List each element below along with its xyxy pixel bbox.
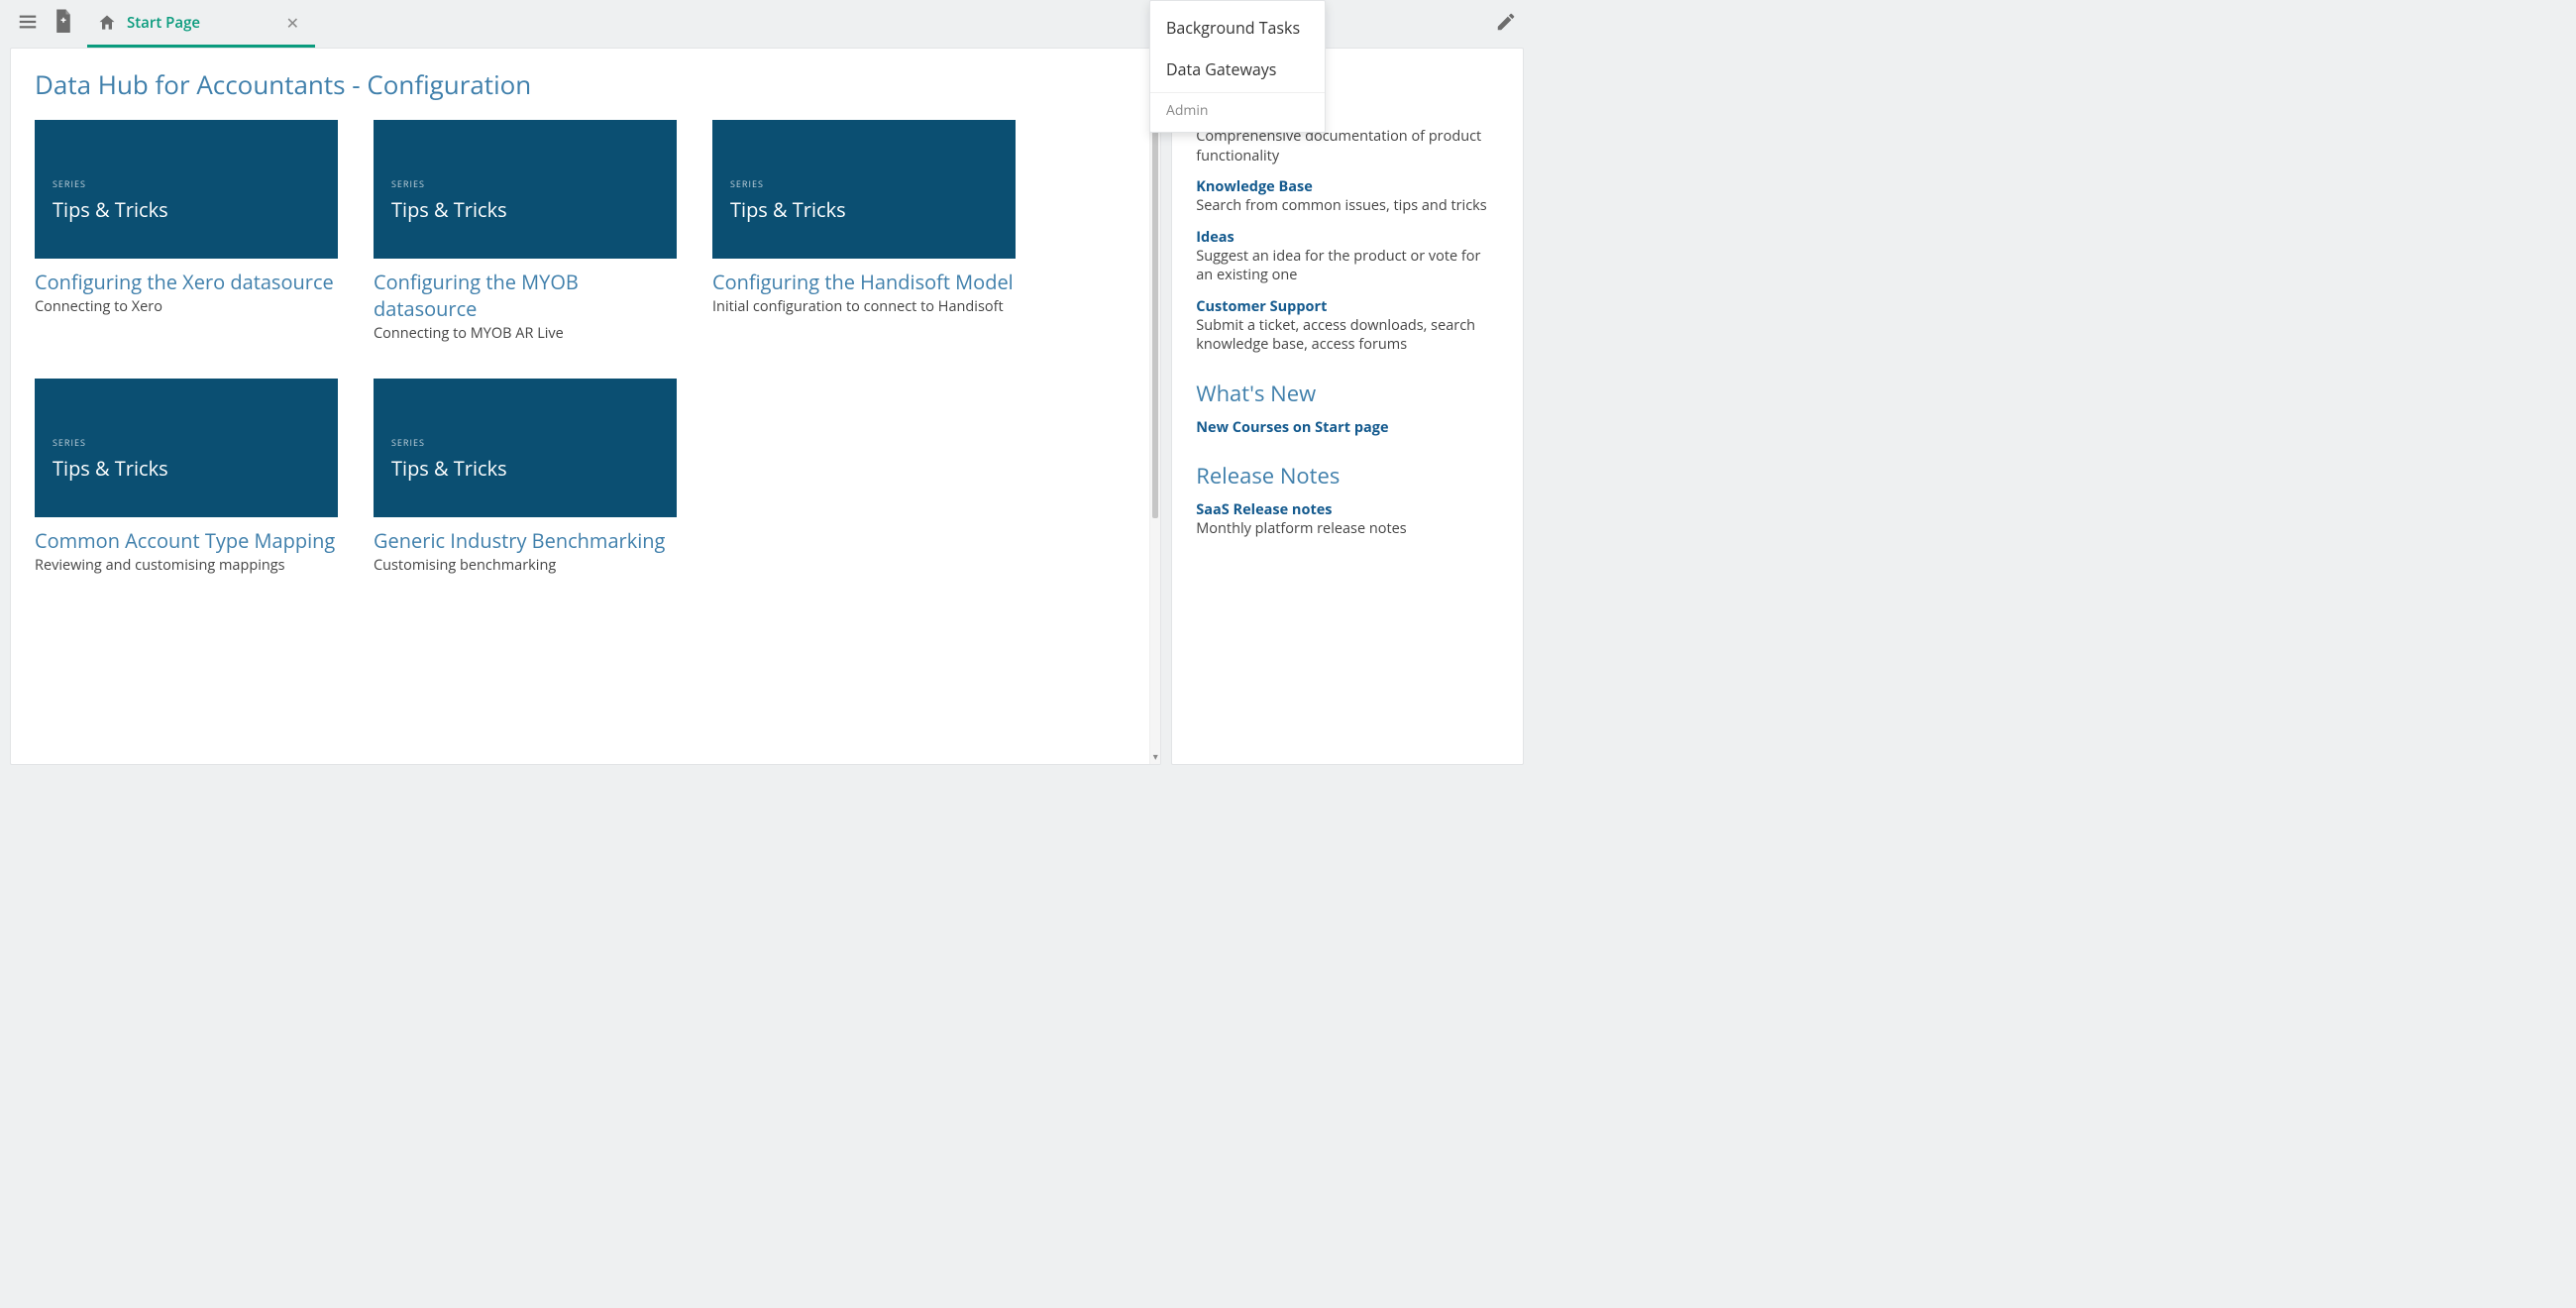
sidebar-link-title: New Courses on Start page [1196,418,1499,437]
thumb-banner: Tips & Tricks [391,455,659,482]
menu-item-data-gateways[interactable]: Data Gateways [1150,49,1325,90]
course-card-thumb: SERIES Tips & Tricks [374,379,677,517]
course-card[interactable]: SERIES Tips & Tricks Configuring the Han… [712,120,1016,343]
course-card-subtitle: Connecting to MYOB AR Live [374,324,677,343]
thumb-banner: Tips & Tricks [391,196,659,223]
course-card-title: Generic Industry Benchmarking [374,527,677,554]
vertical-scrollbar[interactable]: ▾ [1149,49,1160,764]
sidebar-link-title: Knowledge Base [1196,177,1499,196]
course-card-thumb: SERIES Tips & Tricks [712,120,1016,259]
sidebar-link-desc: Search from common issues, tips and tric… [1196,196,1499,216]
course-card[interactable]: SERIES Tips & Tricks Generic Industry Be… [374,379,677,575]
thumb-series-label: SERIES [53,177,320,190]
content-area: Data Hub for Accountants - Configuration… [0,48,1534,777]
sidebar-link-title: Ideas [1196,228,1499,247]
dropdown-menu: Background Tasks Data Gateways Admin [1149,0,1326,133]
tab-start-page[interactable]: Start Page ✕ [87,0,315,48]
hamburger-menu-button[interactable] [10,6,46,42]
sidebar-pane: Useful Links Help Comprehensive document… [1171,48,1524,765]
thumb-banner: Tips & Tricks [53,455,320,482]
thumb-banner: Tips & Tricks [53,196,320,223]
thumb-series-label: SERIES [730,177,998,190]
tab-close-button[interactable]: ✕ [282,11,303,35]
menu-item-background-tasks[interactable]: Background Tasks [1150,7,1325,49]
main-pane: Data Hub for Accountants - Configuration… [10,48,1161,765]
section-heading-whats-new: What's New [1196,379,1499,408]
course-card-subtitle: Reviewing and customising mappings [35,556,338,575]
pencil-icon [1495,11,1517,38]
thumb-series-label: SERIES [53,436,320,449]
course-card-title: Configuring the MYOB datasource [374,269,677,322]
sidebar-link-knowledge-base[interactable]: Knowledge Base Search from common issues… [1196,177,1499,216]
thumb-series-label: SERIES [391,436,659,449]
sidebar-link-saas-release-notes[interactable]: SaaS Release notes Monthly platform rele… [1196,500,1499,539]
sidebar-link-desc: Monthly platform release notes [1196,519,1499,539]
course-card-thumb: SERIES Tips & Tricks [35,379,338,517]
course-card-thumb: SERIES Tips & Tricks [374,120,677,259]
course-card-grid: SERIES Tips & Tricks Configuring the Xer… [35,120,1126,575]
menu-footer-label: Admin [1150,95,1325,126]
sidebar-link-new-courses[interactable]: New Courses on Start page [1196,418,1499,437]
tab-strip: Start Page ✕ [87,0,315,48]
course-card[interactable]: SERIES Tips & Tricks Common Account Type… [35,379,338,575]
new-document-icon [54,9,73,40]
menu-separator [1150,92,1325,93]
sidebar-link-desc: Suggest an idea for the product or vote … [1196,247,1499,285]
course-card-title: Common Account Type Mapping [35,527,338,554]
course-card-thumb: SERIES Tips & Tricks [35,120,338,259]
course-card-subtitle: Initial configuration to connect to Hand… [712,297,1016,316]
topbar-right [1488,0,1524,48]
menu-icon [17,11,39,38]
section-heading-release-notes: Release Notes [1196,461,1499,490]
course-card[interactable]: SERIES Tips & Tricks Configuring the Xer… [35,120,338,343]
scroll-down-arrow-icon[interactable]: ▾ [1150,748,1160,764]
course-card-title: Configuring the Xero datasource [35,269,338,295]
sidebar-link-title: Customer Support [1196,297,1499,316]
close-icon: ✕ [286,12,299,34]
course-card[interactable]: SERIES Tips & Tricks Configuring the MYO… [374,120,677,343]
thumb-banner: Tips & Tricks [730,196,998,223]
home-icon [97,13,117,33]
page-title: Data Hub for Accountants - Configuration [35,66,1126,102]
tab-label: Start Page [127,13,200,33]
edit-button[interactable] [1488,6,1524,42]
sidebar-link-customer-support[interactable]: Customer Support Submit a ticket, access… [1196,297,1499,355]
sidebar-link-title: SaaS Release notes [1196,500,1499,519]
course-card-title: Configuring the Handisoft Model [712,269,1016,295]
course-card-subtitle: Connecting to Xero [35,297,338,316]
app-root: Start Page ✕ Data Hub for Accountants - … [0,0,1534,777]
main-pane-scroll[interactable]: Data Hub for Accountants - Configuration… [11,49,1149,764]
sidebar-link-desc: Submit a ticket, access downloads, searc… [1196,316,1499,355]
thumb-series-label: SERIES [391,177,659,190]
course-card-subtitle: Customising benchmarking [374,556,677,575]
sidebar-link-ideas[interactable]: Ideas Suggest an idea for the product or… [1196,228,1499,285]
new-document-button[interactable] [46,6,81,42]
